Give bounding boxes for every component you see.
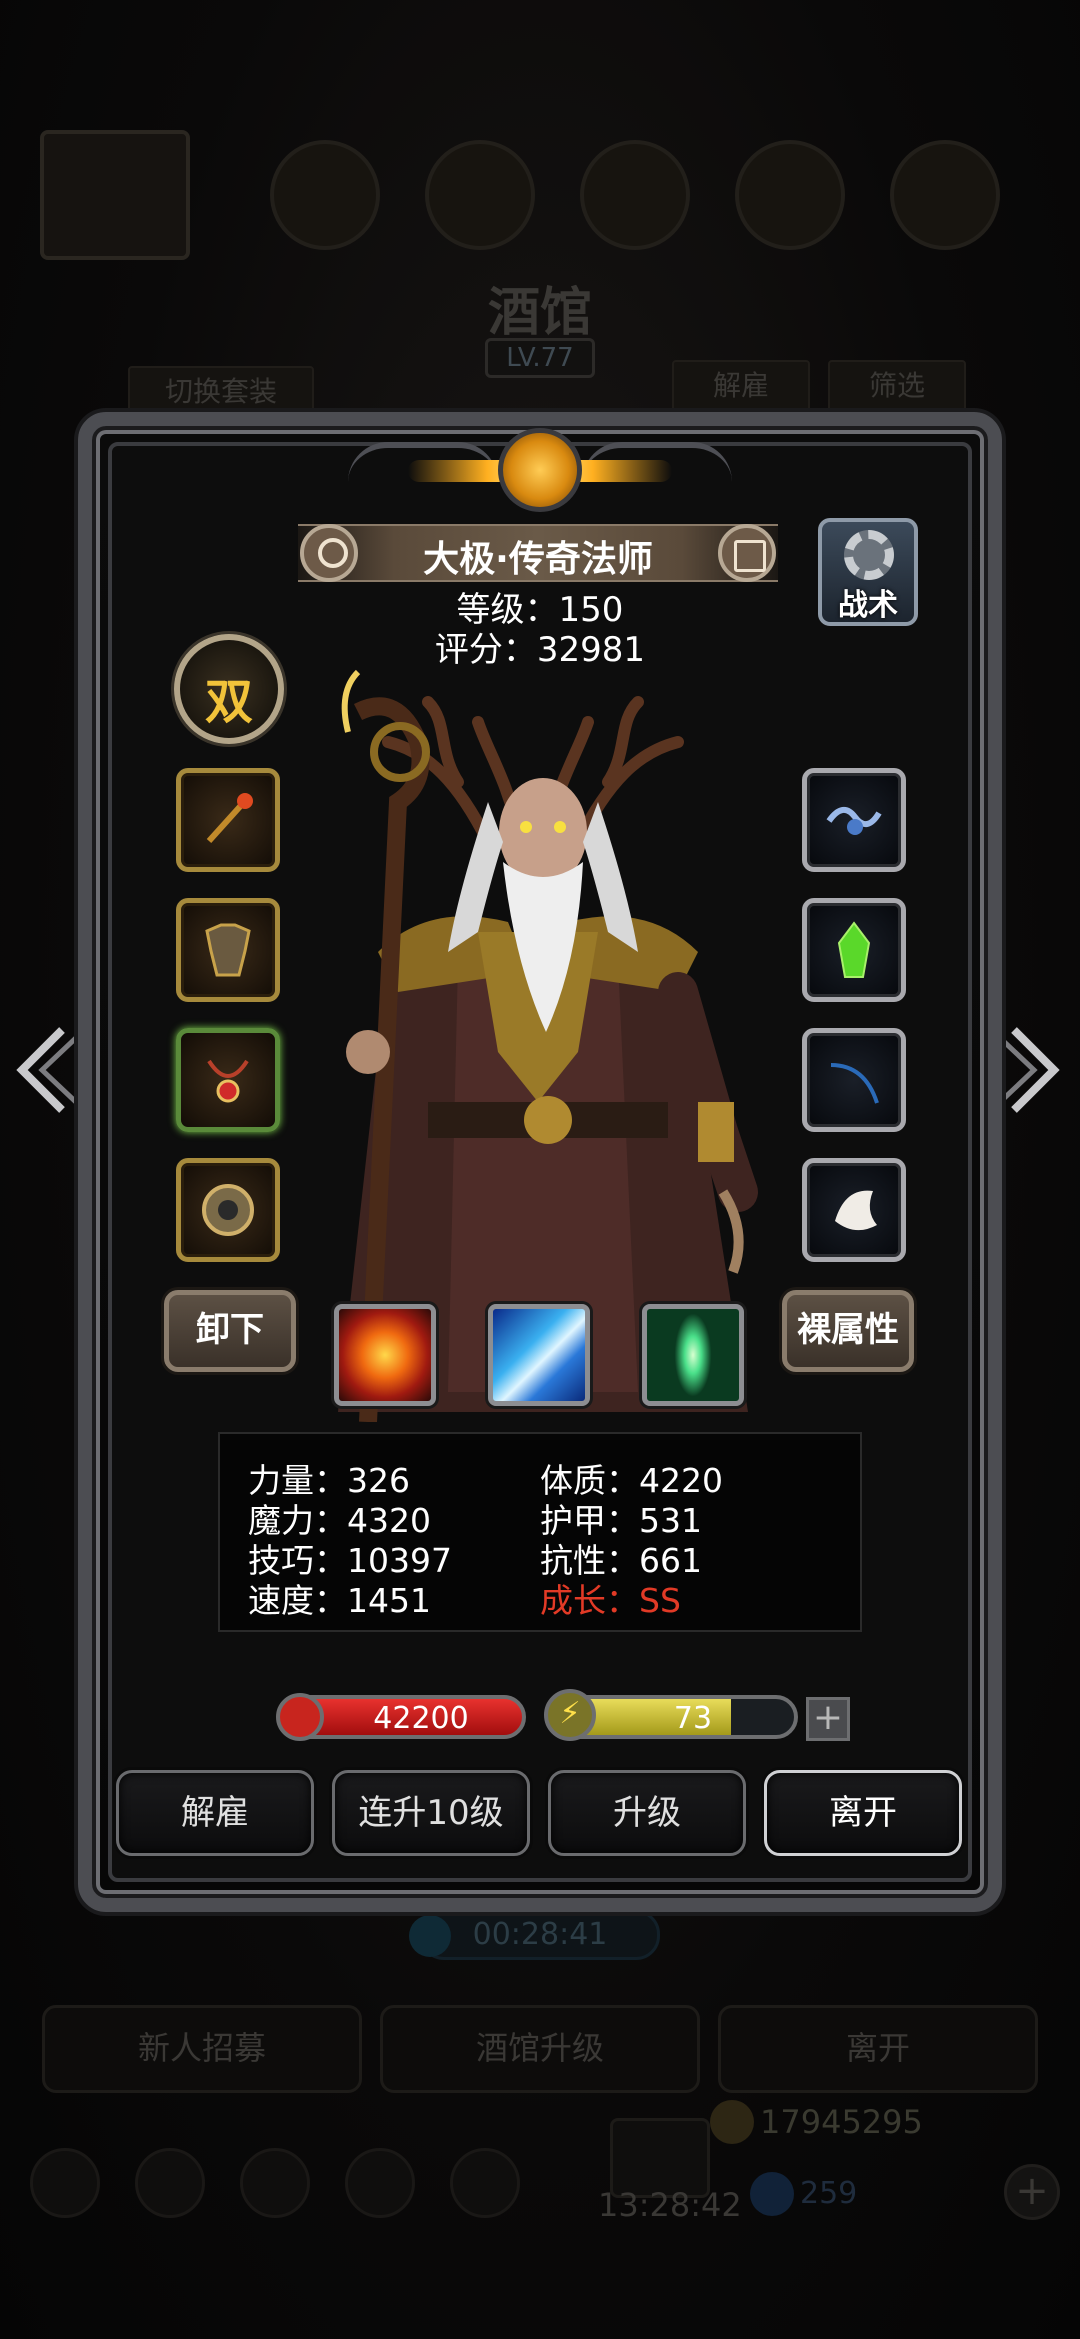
chevron-right-icon [996, 1027, 1060, 1113]
gear-icon [844, 530, 894, 580]
equip-slot-white-fur[interactable] [802, 1158, 906, 1262]
dismiss-button[interactable]: 解雇 [116, 1770, 314, 1856]
background-title: 酒馆 [487, 282, 592, 343]
energy-value: 73 [673, 1701, 713, 1736]
amulet-icon [207, 1059, 249, 1103]
medal-icon [202, 1184, 254, 1236]
leave-button[interactable]: 离开 [764, 1770, 962, 1856]
background-level: LV.77 [485, 338, 595, 378]
equip-slot-amulet[interactable] [176, 1028, 280, 1132]
background-top-icons [40, 130, 1050, 260]
badge-icon[interactable] [300, 524, 358, 582]
rename-edit-icon[interactable] [718, 524, 776, 582]
stat-speed: 速度：1451 [248, 1581, 431, 1620]
recruit-button: 新人招募 [42, 2005, 362, 2093]
equip-slot-armor[interactable] [176, 898, 280, 1002]
armor-icon [205, 923, 251, 977]
lightning-icon: ⚡ [544, 1689, 596, 1741]
equip-slot-green-crystal[interactable] [802, 898, 906, 1002]
equip-slot-wave-orb[interactable] [802, 768, 906, 872]
hero-name-bar: 大极·传奇法师 [298, 524, 778, 582]
chevron-left-icon [16, 1027, 80, 1113]
stats-table: 力量：326 魔力：4320 技巧：10397 速度：1451 体质：4220 … [218, 1432, 862, 1632]
upgrade-tavern-button: 酒馆升级 [380, 2005, 700, 2093]
background-circle-icon [270, 140, 380, 250]
equip-slot-staff[interactable] [176, 768, 280, 872]
stat-growth: 成长：SS [540, 1581, 681, 1620]
skill-fire-burst-icon[interactable] [334, 1304, 436, 1406]
base-stats-button[interactable]: 裸属性 [782, 1290, 914, 1372]
timer-icon [409, 1915, 451, 1957]
add-energy-button[interactable]: + [806, 1697, 850, 1741]
heart-icon [276, 1693, 324, 1741]
background-dismiss-button: 解雇 [672, 360, 810, 412]
emblem-icon [498, 428, 582, 512]
green-crystal-icon [837, 921, 871, 978]
next-hero-arrow[interactable] [994, 1020, 1064, 1120]
tactics-label: 战术 [838, 588, 898, 623]
background-portrait-icon [40, 130, 190, 260]
blue-feather-icon [830, 1063, 879, 1104]
unequip-button[interactable]: 卸下 [164, 1290, 296, 1372]
skill-ice-slash-icon[interactable] [488, 1304, 590, 1406]
tactics-button[interactable]: 战术 [818, 518, 918, 626]
background-circle-icon [890, 140, 1000, 250]
staff-icon [206, 793, 253, 844]
background-circle-icon [425, 140, 535, 250]
hero-name: 大极·传奇法师 [423, 539, 653, 580]
hero-class-icon[interactable]: 双 [174, 634, 284, 744]
background-timer: 00:28:41 [409, 1910, 660, 1960]
background-circle-icon [580, 140, 690, 250]
skill-green-light-icon[interactable] [642, 1304, 744, 1406]
background-filter-button: 筛选 [828, 360, 966, 412]
switch-outfit-button: 切换套装 [128, 366, 314, 418]
level-up-10-button[interactable]: 连升10级 [332, 1770, 530, 1856]
gold-counter: 17945295 [710, 2100, 960, 2144]
hp-bar: 42200 [276, 1693, 526, 1741]
white-fur-icon [835, 1190, 877, 1231]
coin-icon [710, 2100, 754, 2144]
hero-detail-panel: 大极·传奇法师 等级：150 评分：32981 战术 双 卸下 裸属性 力量：3… [78, 412, 1002, 1912]
equip-slot-blue-feather[interactable] [802, 1028, 906, 1132]
background-circle-icon [735, 140, 845, 250]
level-up-button[interactable]: 升级 [548, 1770, 746, 1856]
hp-value: 42200 [373, 1701, 469, 1736]
background-bottom-icons [30, 2148, 1050, 2228]
wave-orb-icon [826, 807, 882, 835]
equip-slot-medal[interactable] [176, 1158, 280, 1262]
background-leave-button: 离开 [718, 2005, 1038, 2093]
previous-hero-arrow[interactable] [12, 1020, 82, 1120]
